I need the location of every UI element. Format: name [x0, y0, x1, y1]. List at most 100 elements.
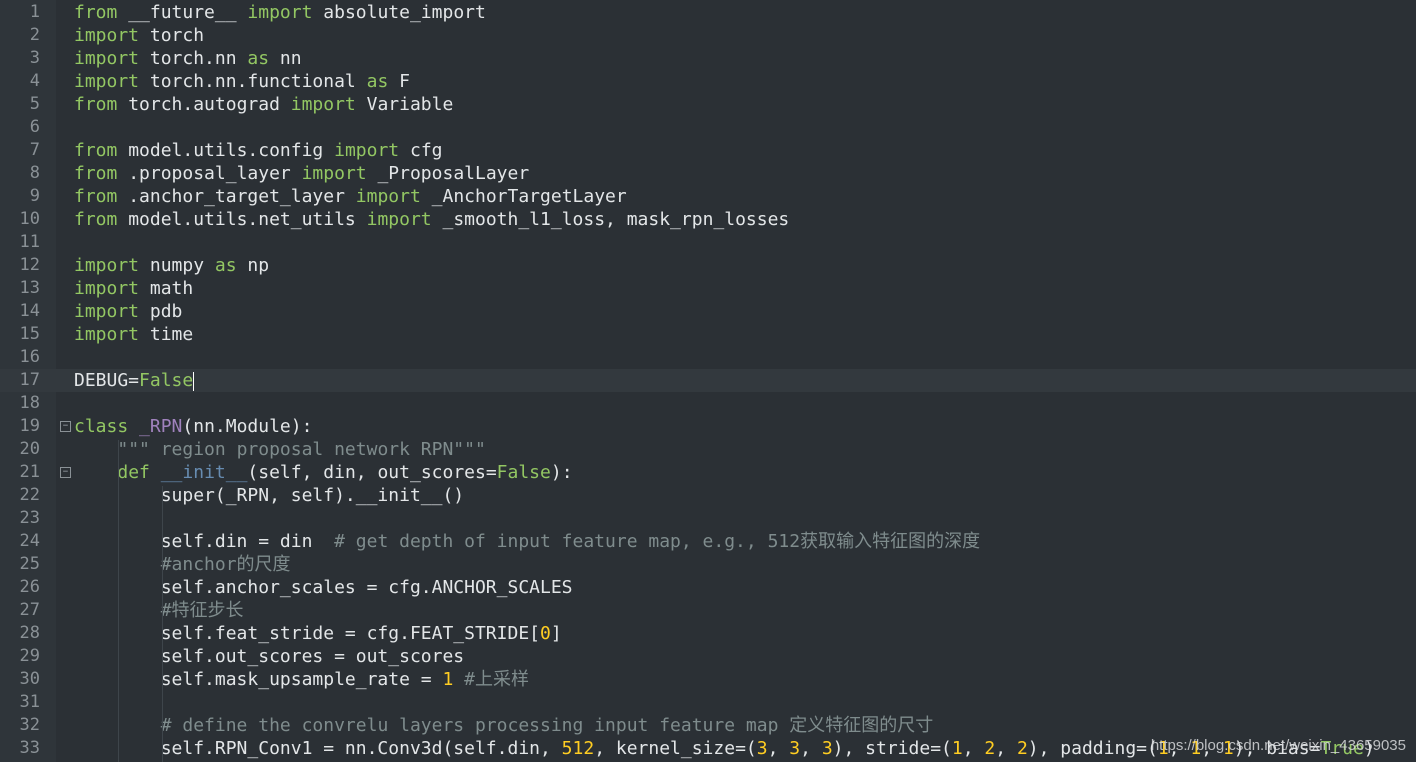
code-token: Variable: [355, 94, 454, 115]
code-token: absolute_import: [312, 2, 486, 23]
code-line[interactable]: 24 self.din = din # get depth of input f…: [0, 530, 1416, 553]
code-token: 512: [561, 738, 595, 759]
code-line[interactable]: 5 from torch.autograd import Variable: [0, 93, 1416, 116]
code-line[interactable]: 27 #特征步长: [0, 599, 1416, 622]
line-number: 26: [19, 577, 40, 597]
line-number: 29: [19, 646, 40, 666]
line-number: 21: [19, 462, 40, 482]
code-text: import math: [74, 277, 193, 300]
line-number: 11: [19, 232, 40, 252]
code-line[interactable]: 28 self.feat_stride = cfg.FEAT_STRIDE[0]: [0, 622, 1416, 645]
line-number: 2: [29, 25, 40, 45]
code-token: _smooth_l1_loss, mask_rpn_losses: [431, 209, 790, 230]
code-line[interactable]: 25 #anchor的尺度: [0, 553, 1416, 576]
code-token: ,: [800, 738, 822, 759]
code-token: _AnchorTargetLayer: [420, 186, 627, 207]
code-line[interactable]: 22 super(_RPN, self).__init__(): [0, 484, 1416, 507]
line-number: 22: [19, 485, 40, 505]
line-number: 18: [19, 393, 40, 413]
code-line[interactable]: 1 from __future__ import absolute_import: [0, 1, 1416, 24]
code-token: pdb: [139, 301, 183, 322]
code-token: import: [355, 186, 421, 207]
code-token: self.anchor_scales = cfg.ANCHOR_SCALES: [74, 577, 573, 598]
code-text: #anchor的尺度: [74, 553, 291, 576]
code-line[interactable]: 13 import math: [0, 277, 1416, 300]
code-line[interactable]: 4 import torch.nn.functional as F: [0, 70, 1416, 93]
code-line[interactable]: 12 import numpy as np: [0, 254, 1416, 277]
code-token: #anchor的尺度: [160, 554, 291, 575]
code-line[interactable]: 15 import time: [0, 323, 1416, 346]
code-token: self.din = din: [74, 531, 335, 552]
code-line[interactable]: 11: [0, 231, 1416, 254]
line-number: 17: [19, 370, 40, 390]
code-line[interactable]: 10 from model.utils.net_utils import _smo…: [0, 208, 1416, 231]
code-line[interactable]: 26 self.anchor_scales = cfg.ANCHOR_SCALE…: [0, 576, 1416, 599]
code-line[interactable]: 6: [0, 116, 1416, 139]
code-token: ), stride=(: [832, 738, 952, 759]
code-line[interactable]: 31: [0, 691, 1416, 714]
line-number: 25: [19, 554, 40, 574]
code-text: DEBUG=False: [74, 369, 195, 392]
code-token: math: [139, 278, 194, 299]
fold-toggle-icon[interactable]: −: [60, 421, 71, 432]
code-line[interactable]: 14 import pdb: [0, 300, 1416, 323]
code-line[interactable]: 2 import torch: [0, 24, 1416, 47]
code-text: import torch: [74, 24, 204, 47]
line-number: 9: [29, 186, 40, 206]
code-line[interactable]: 19 − class _RPN(nn.Module):: [0, 415, 1416, 438]
code-token: 2: [984, 738, 996, 759]
line-number: 6: [29, 117, 40, 137]
fold-toggle-icon[interactable]: −: [60, 467, 71, 478]
code-token: from: [74, 140, 118, 161]
code-line[interactable]: 9 from .anchor_target_layer import _Ancho…: [0, 185, 1416, 208]
code-token: import: [334, 140, 400, 161]
code-text: def __init__(self, din, out_scores=False…: [74, 461, 573, 484]
code-line[interactable]: 21 − def __init__(self, din, out_scores=F…: [0, 461, 1416, 484]
code-line[interactable]: 3 import torch.nn as nn: [0, 47, 1416, 70]
code-text: import pdb: [74, 300, 182, 323]
code-token: DEBUG=: [74, 370, 140, 391]
code-token: as: [366, 71, 389, 92]
code-text: self.din = din # get depth of input feat…: [74, 530, 980, 553]
code-token: False: [496, 462, 551, 483]
line-number: 3: [29, 48, 40, 68]
line-number: 1: [29, 2, 40, 22]
code-token: """ region proposal network RPN""": [117, 439, 486, 460]
code-text: from .anchor_target_layer import _Anchor…: [74, 185, 627, 208]
line-number: 14: [19, 301, 40, 321]
code-line[interactable]: 17 DEBUG=False: [0, 369, 1416, 392]
code-token: import: [247, 2, 313, 23]
code-token: .anchor_target_layer: [117, 186, 356, 207]
code-line[interactable]: 8 from .proposal_layer import _ProposalLa…: [0, 162, 1416, 185]
code-line[interactable]: 29 self.out_scores = out_scores: [0, 645, 1416, 668]
code-token: (nn.Module):: [182, 416, 313, 437]
code-token: .proposal_layer: [117, 163, 302, 184]
code-token: 2: [1016, 738, 1028, 759]
code-token: import: [74, 25, 140, 46]
code-token: from: [74, 163, 118, 184]
code-line[interactable]: 30 self.mask_upsample_rate = 1 #上采样: [0, 668, 1416, 691]
code-token: from: [74, 186, 118, 207]
code-token: torch.nn: [139, 48, 248, 69]
code-line[interactable]: 16: [0, 346, 1416, 369]
code-line[interactable]: 20 """ region proposal network RPN""": [0, 438, 1416, 461]
code-token: # get depth of input feature map, e.g., …: [334, 531, 981, 552]
code-editor[interactable]: 1 from __future__ import absolute_import 2…: [0, 0, 1416, 762]
code-line[interactable]: 32 # define the convrelu layers processi…: [0, 714, 1416, 737]
line-number: 10: [19, 209, 40, 229]
code-token: super(_RPN, self).__init__(): [74, 485, 465, 506]
code-token: ]: [550, 623, 562, 644]
code-text: from __future__ import absolute_import: [74, 1, 486, 24]
code-token: import: [74, 324, 140, 345]
code-line[interactable]: 7 from model.utils.config import cfg: [0, 139, 1416, 162]
code-token: import: [74, 278, 140, 299]
code-token: ):: [550, 462, 573, 483]
code-token: class: [74, 416, 129, 437]
code-token: # define the convrelu layers processing …: [160, 715, 934, 736]
code-line[interactable]: 18: [0, 392, 1416, 415]
code-token: cfg: [399, 140, 443, 161]
code-line[interactable]: 23: [0, 507, 1416, 530]
code-token: torch: [139, 25, 205, 46]
